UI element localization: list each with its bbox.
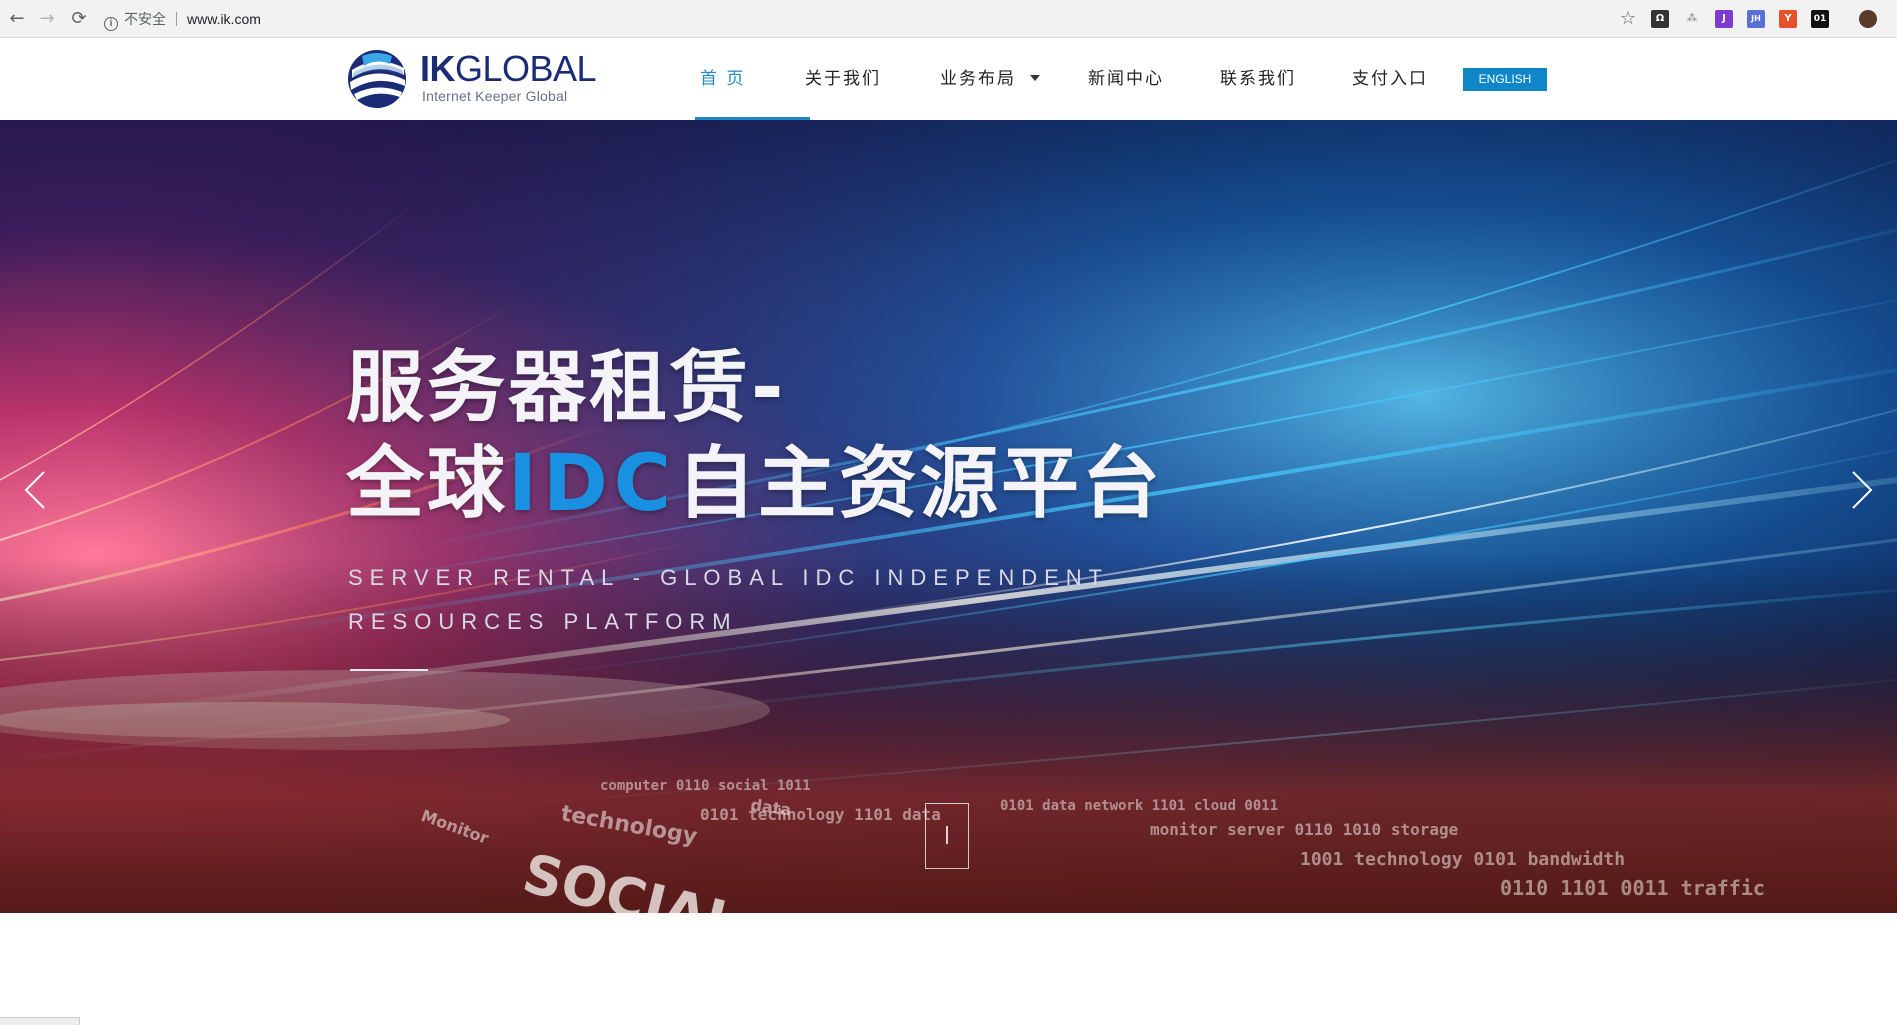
svg-text:0101 data network 1101 cloud 0: 0101 data network 1101 cloud 0011 <box>1000 798 1278 814</box>
back-arrow-icon[interactable]: ← <box>6 8 28 30</box>
nav-business-label: 业务布局 <box>940 69 1016 89</box>
nav-home-label: 首 页 <box>700 69 746 89</box>
browser-status-tab <box>0 1017 80 1025</box>
nav-payment[interactable]: 支付入口 <box>1352 38 1462 120</box>
svg-text:0101 technology 1101 data: 0101 technology 1101 data <box>700 805 941 824</box>
logo-brand-rest: GLOBAL <box>455 48 597 89</box>
hero-headline-highlight: IDC <box>508 439 678 529</box>
hero-headline: 服务器租赁- 全球IDC自主资源平台 <box>346 340 1163 532</box>
hero-divider <box>350 669 428 671</box>
scroll-down-indicator[interactable] <box>925 803 969 869</box>
hero-subtitle-line2: RESOURCES PLATFORM <box>348 609 738 634</box>
info-icon[interactable]: i <box>104 17 118 31</box>
ya-icon[interactable]: Y <box>1779 10 1797 28</box>
nav-news[interactable]: 新闻中心 <box>1088 38 1220 120</box>
chevron-down-icon <box>1030 75 1040 81</box>
svg-text:1001 technology 0101 bandwidth: 1001 technology 0101 bandwidth <box>1300 849 1625 870</box>
logo-wordmark: IKGLOBAL <box>420 48 597 89</box>
hero-banner: 0101 data network 1101 cloud 0011 monito… <box>0 120 1897 913</box>
url-text[interactable]: www.ik.com <box>187 11 261 27</box>
nav-contact[interactable]: 联系我们 <box>1220 38 1352 120</box>
nav-contact-label: 联系我们 <box>1220 69 1296 89</box>
english-language-button[interactable]: ENGLISH <box>1463 68 1547 91</box>
site-logo[interactable]: IKGLOBAL Internet Keeper Global <box>346 45 597 111</box>
hero-headline-prefix: 全球 <box>346 439 509 529</box>
sparkle-icon[interactable]: ⁂ <box>1683 10 1701 28</box>
nav-about[interactable]: 关于我们 <box>805 38 940 120</box>
globe-logo-icon <box>348 50 406 108</box>
site-header: IKGLOBAL Internet Keeper Global 首 页 关于我们… <box>0 38 1897 120</box>
jh-icon[interactable]: JH <box>1747 10 1765 28</box>
address-bar[interactable]: i 不安全 www.ik.com <box>104 7 261 31</box>
carousel-next-arrow-icon[interactable] <box>1843 450 1883 530</box>
logo-brand-bold: IK <box>420 48 456 89</box>
nav-home[interactable]: 首 页 <box>695 38 810 120</box>
nav-news-label: 新闻中心 <box>1088 69 1164 89</box>
security-label: 不安全 <box>124 11 166 27</box>
bookmark-star-icon[interactable]: ☆ <box>1619 8 1637 30</box>
jrp-icon[interactable]: J <box>1715 10 1733 28</box>
hero-headline-line2: 全球IDC自主资源平台 <box>346 436 1163 532</box>
extension-bar: ☆ Ω ⁂ J JH Y 01 <box>1619 8 1877 30</box>
profile-avatar-icon[interactable] <box>1859 10 1877 28</box>
svg-text:monitor server 0110 1010 stora: monitor server 0110 1010 storage <box>1150 820 1458 839</box>
hero-headline-line1: 服务器租赁- <box>346 343 787 433</box>
nav-business[interactable]: 业务布局 <box>940 38 1088 120</box>
logo-tagline: Internet Keeper Global <box>422 88 568 104</box>
address-separator <box>176 12 177 26</box>
hero-subtitle-line1: SERVER RENTAL - GLOBAL IDC INDEPENDENT <box>348 565 1110 590</box>
browser-toolbar: ← → ⟳ i 不安全 www.ik.com ☆ Ω ⁂ J JH Y 01 <box>0 0 1897 38</box>
nav-payment-label: 支付入口 <box>1352 69 1428 89</box>
carousel-prev-arrow-icon[interactable] <box>14 450 54 530</box>
hero-headline-suffix: 自主资源平台 <box>677 439 1164 529</box>
hero-subtitle: SERVER RENTAL - GLOBAL IDC INDEPENDENT R… <box>348 556 1168 644</box>
zero-one-icon[interactable]: 01 <box>1811 10 1829 28</box>
nav-about-label: 关于我们 <box>805 69 881 89</box>
octopus-icon[interactable]: Ω <box>1651 10 1669 28</box>
svg-text:computer 0110 social 1011: computer 0110 social 1011 <box>600 778 811 794</box>
main-navigation: 首 页 关于我们 业务布局 新闻中心 联系我们 支付入口 <box>695 38 1462 120</box>
svg-text:0110 1101 0011 traffic: 0110 1101 0011 traffic <box>1500 876 1765 900</box>
reload-icon[interactable]: ⟳ <box>68 8 90 30</box>
forward-arrow-icon[interactable]: → <box>36 8 58 30</box>
